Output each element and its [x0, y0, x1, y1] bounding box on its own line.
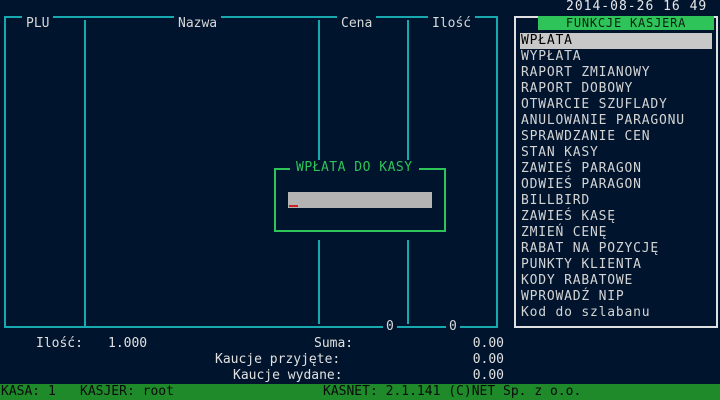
dialog-title: WPŁATA DO KASY	[290, 160, 419, 176]
deposit-amount-input[interactable]	[288, 192, 432, 208]
sum-value: 0.00	[472, 336, 504, 351]
register-number: KASA: 1	[1, 384, 56, 399]
column-separator	[318, 240, 320, 324]
cashier-name: KASJER: root	[80, 384, 174, 399]
menu-item-kody-rabatowe[interactable]: KODY RABATOWE	[520, 273, 712, 289]
menu-item-wyplata[interactable]: WYPŁATA	[520, 49, 712, 65]
menu-item-raport-zmianowy[interactable]: RAPORT ZMIANOWY	[520, 65, 712, 81]
menu-item-zmien-cene[interactable]: ZMIEŃ CENĘ	[520, 225, 712, 241]
quantity-label: Ilość:	[36, 336, 83, 351]
cashier-functions-menu: WPŁATA WYPŁATA RAPORT ZMIANOWY RAPORT DO…	[520, 33, 712, 321]
menu-item-wprowadz-nip[interactable]: WPROWADŹ NIP	[520, 289, 712, 305]
menu-item-anulowanie-paragonu[interactable]: ANULOWANIE PARAGONU	[520, 113, 712, 129]
menu-item-zawies-paragon[interactable]: ZAWIEŚ PARAGON	[520, 161, 712, 177]
deposits-in-label: Kaucje przyjęte:	[215, 352, 341, 367]
sum-label: Suma:	[314, 336, 354, 351]
column-separator	[84, 20, 86, 326]
datetime: 2014-08-26 16 49	[566, 0, 708, 14]
column-header-plu: PLU	[22, 16, 54, 32]
text-cursor	[289, 205, 298, 207]
menu-item-odwies-paragon[interactable]: ODWIEŚ PARAGON	[520, 177, 712, 193]
menu-item-raport-dobowy[interactable]: RAPORT DOBOWY	[520, 81, 712, 97]
app-version: KASNET: 2.1.141 (C)NET Sp. z o.o.	[323, 384, 582, 399]
column-separator	[407, 20, 409, 164]
menu-item-sprawdzanie-cen[interactable]: SPRAWDZANIE CEN	[520, 129, 712, 145]
deposits-in-value: 0.00	[472, 352, 504, 367]
status-bar: KASA: 1 KASJER: root KASNET: 2.1.141 (C)…	[0, 384, 720, 400]
menu-item-wplata[interactable]: WPŁATA	[520, 33, 712, 49]
column-separator	[318, 20, 320, 164]
menu-item-punkty-klienta[interactable]: PUNKTY KLIENTA	[520, 257, 712, 273]
column-separator	[407, 240, 409, 324]
menu-item-billbird[interactable]: BILLBIRD	[520, 193, 712, 209]
total-quantity-readout: 0	[446, 320, 460, 334]
deposits-out-label: Kaucje wydane:	[233, 368, 343, 383]
total-price-readout: 0	[383, 320, 397, 334]
menu-item-stan-kasy[interactable]: STAN KASY	[520, 145, 712, 161]
menu-item-zawies-kase[interactable]: ZAWIEŚ KASĘ	[520, 209, 712, 225]
column-header-cena: Cena	[337, 16, 377, 32]
menu-item-rabat-na-pozycje[interactable]: RABAT NA POZYCJĘ	[520, 241, 712, 257]
panel-title: FUNKCJE KASJERA	[538, 16, 714, 30]
column-header-ilosc: Ilość	[428, 16, 476, 32]
column-header-nazwa: Nazwa	[174, 16, 222, 32]
quantity-value: 1.000	[108, 336, 148, 351]
menu-item-kod-do-szlabanu[interactable]: Kod do szlabanu	[520, 305, 712, 321]
menu-item-otwarcie-szuflady[interactable]: OTWARCIE SZUFLADY	[520, 97, 712, 113]
deposits-out-value: 0.00	[472, 368, 504, 383]
